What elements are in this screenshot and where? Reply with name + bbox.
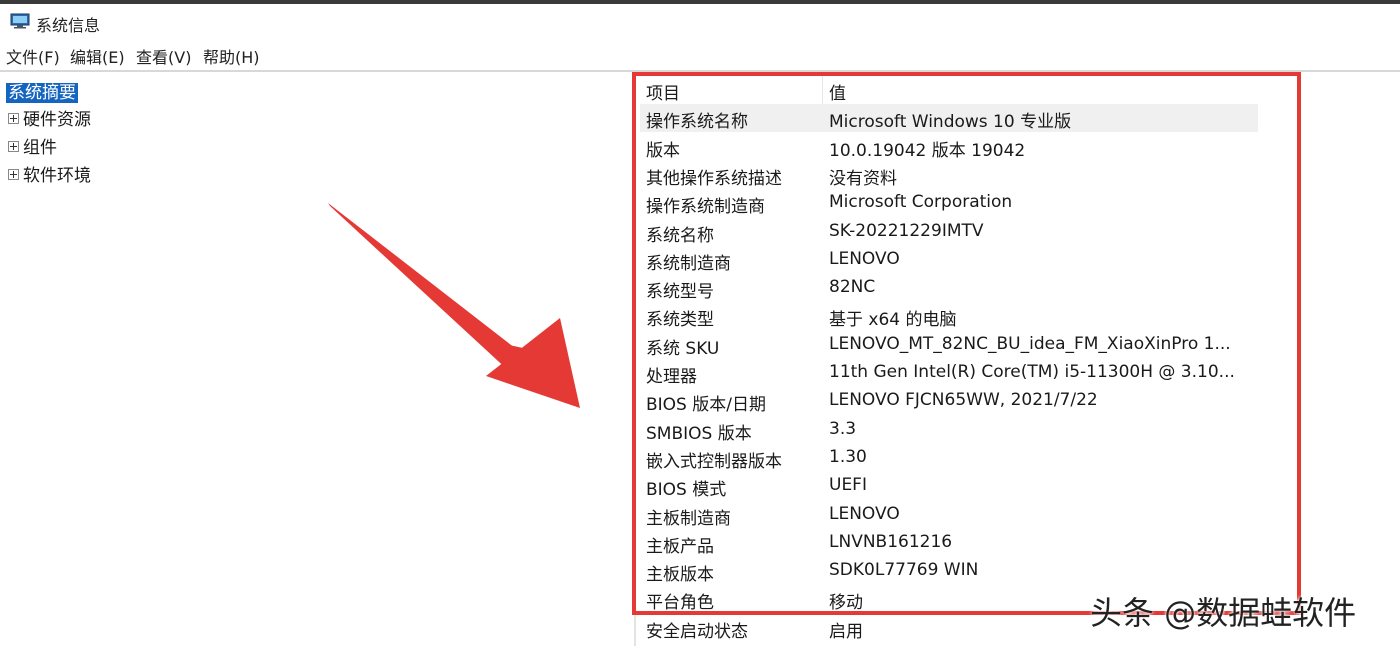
table-row[interactable]: 操作系统名称 Microsoft Windows 10 专业版 [640, 104, 1258, 133]
category-tree: 系统摘要 硬件资源 组件 软件环境 [0, 72, 630, 646]
row-value: 10.0.19042 版本 19042 [829, 140, 1026, 161]
row-item: 主板版本 [646, 565, 714, 586]
row-item: 系统类型 [646, 310, 714, 331]
row-value: 1.30 [829, 446, 867, 467]
plus-expander-icon[interactable] [8, 168, 19, 180]
row-item: 平台角色 [646, 593, 714, 614]
tree-item-software-environment[interactable]: 软件环境 [8, 161, 91, 186]
column-header-value[interactable]: 值 [829, 79, 1249, 104]
menu-file[interactable]: 文件(F) [6, 44, 60, 68]
column-divider[interactable] [822, 76, 823, 104]
table-row[interactable]: BIOS 模式 UEFI [640, 472, 1258, 500]
table-row[interactable]: BIOS 版本/日期 LENOVO FJCN65WW, 2021/7/22 [640, 387, 1258, 415]
row-item: BIOS 版本/日期 [646, 395, 766, 416]
table-row[interactable]: 系统制造商 LENOVO [640, 246, 1258, 274]
tree-item-label: 硬件资源 [23, 110, 91, 130]
row-value: SK-20221229IMTV [829, 220, 984, 241]
tree-item-label: 软件环境 [23, 166, 91, 186]
table-row[interactable]: SMBIOS 版本 3.3 [640, 416, 1258, 444]
plus-expander-icon[interactable] [8, 140, 19, 152]
tree-item-components[interactable]: 组件 [8, 133, 57, 158]
row-value: UEFI [829, 475, 867, 496]
table-row[interactable]: 主板产品 LNVNB161216 [640, 529, 1258, 557]
tree-item-label: 系统摘要 [6, 83, 78, 103]
row-value: Microsoft Corporation [829, 192, 1013, 213]
row-item: 操作系统名称 [646, 112, 748, 133]
table-row[interactable]: 嵌入式控制器版本 1.30 [640, 444, 1258, 472]
row-value: 基于 x64 的电脑 [829, 310, 957, 331]
row-item: 嵌入式控制器版本 [646, 451, 782, 472]
row-item: 主板产品 [646, 536, 714, 557]
menu-bar: 文件(F) 编辑(E) 查看(V) 帮助(H) [0, 40, 1400, 68]
menu-help[interactable]: 帮助(H) [203, 44, 260, 68]
table-row[interactable]: 操作系统制造商 Microsoft Corporation [640, 189, 1258, 217]
row-item: BIOS 模式 [646, 480, 727, 501]
table-row[interactable]: 系统 SKU LENOVO_MT_82NC_BU_idea_FM_XiaoXin… [640, 331, 1258, 359]
row-value: LENOVO FJCN65WW, 2021/7/22 [829, 390, 1098, 411]
system-info-icon [10, 13, 30, 29]
row-item: SMBIOS 版本 [646, 423, 752, 444]
window-title: 系统信息 [36, 16, 101, 35]
table-row[interactable]: 版本 10.0.19042 版本 19042 [640, 133, 1258, 161]
row-item: 处理器 [646, 367, 697, 387]
table-row[interactable]: 系统名称 SK-20221229IMTV [640, 218, 1258, 246]
menu-edit[interactable]: 编辑(E) [70, 44, 125, 68]
row-value: 82NC [829, 277, 876, 298]
row-value: 3.3 [829, 418, 857, 439]
table-row[interactable]: 主板制造商 LENOVO [640, 501, 1258, 529]
title-bar: 系统信息 [0, 4, 1400, 36]
row-item: 安全启动状态 [646, 621, 748, 642]
table-row[interactable]: 主板版本 SDK0L77769 WIN [640, 557, 1258, 585]
row-item: 系统制造商 [646, 253, 731, 274]
row-value: LENOVO [829, 503, 900, 524]
row-value: LNVNB161216 [829, 531, 953, 552]
row-value: SDK0L77769 WIN [829, 560, 979, 581]
row-item: 版本 [646, 140, 680, 161]
row-value: LENOVO_MT_82NC_BU_idea_FM_XiaoXinPro 1..… [829, 333, 1231, 354]
table-row[interactable]: 系统型号 82NC [640, 274, 1258, 302]
row-item: 系统 SKU [646, 338, 720, 359]
table-row[interactable]: 系统类型 基于 x64 的电脑 [640, 302, 1258, 330]
table-row[interactable]: 处理器 11th Gen Intel(R) Core(TM) i5-11300H… [640, 359, 1258, 387]
pane-splitter[interactable] [634, 72, 636, 646]
menu-view[interactable]: 查看(V) [136, 44, 191, 68]
tree-item-hardware-resources[interactable]: 硬件资源 [8, 105, 91, 130]
table-header: 项目 值 [640, 76, 1258, 105]
plus-expander-icon[interactable] [8, 112, 19, 124]
tree-item-system-summary[interactable]: 系统摘要 [6, 78, 78, 103]
row-value: 没有资料 [829, 168, 897, 189]
tree-item-label: 组件 [23, 138, 57, 158]
column-header-item[interactable]: 项目 [646, 79, 680, 104]
row-item: 其他操作系统描述 [646, 168, 782, 189]
table-row[interactable]: 其他操作系统描述 没有资料 [640, 161, 1258, 189]
watermark-text: 头条 @数据蛙软件 [1090, 594, 1357, 632]
row-item: 系统型号 [646, 282, 714, 303]
row-value: LENOVO [829, 248, 900, 269]
row-item: 主板制造商 [646, 508, 731, 529]
row-value: Microsoft Windows 10 专业版 [829, 112, 1072, 133]
row-item: 操作系统制造商 [646, 197, 765, 218]
row-value: 11th Gen Intel(R) Core(TM) i5-11300H @ 3… [829, 362, 1235, 382]
row-item: 系统名称 [646, 225, 714, 246]
